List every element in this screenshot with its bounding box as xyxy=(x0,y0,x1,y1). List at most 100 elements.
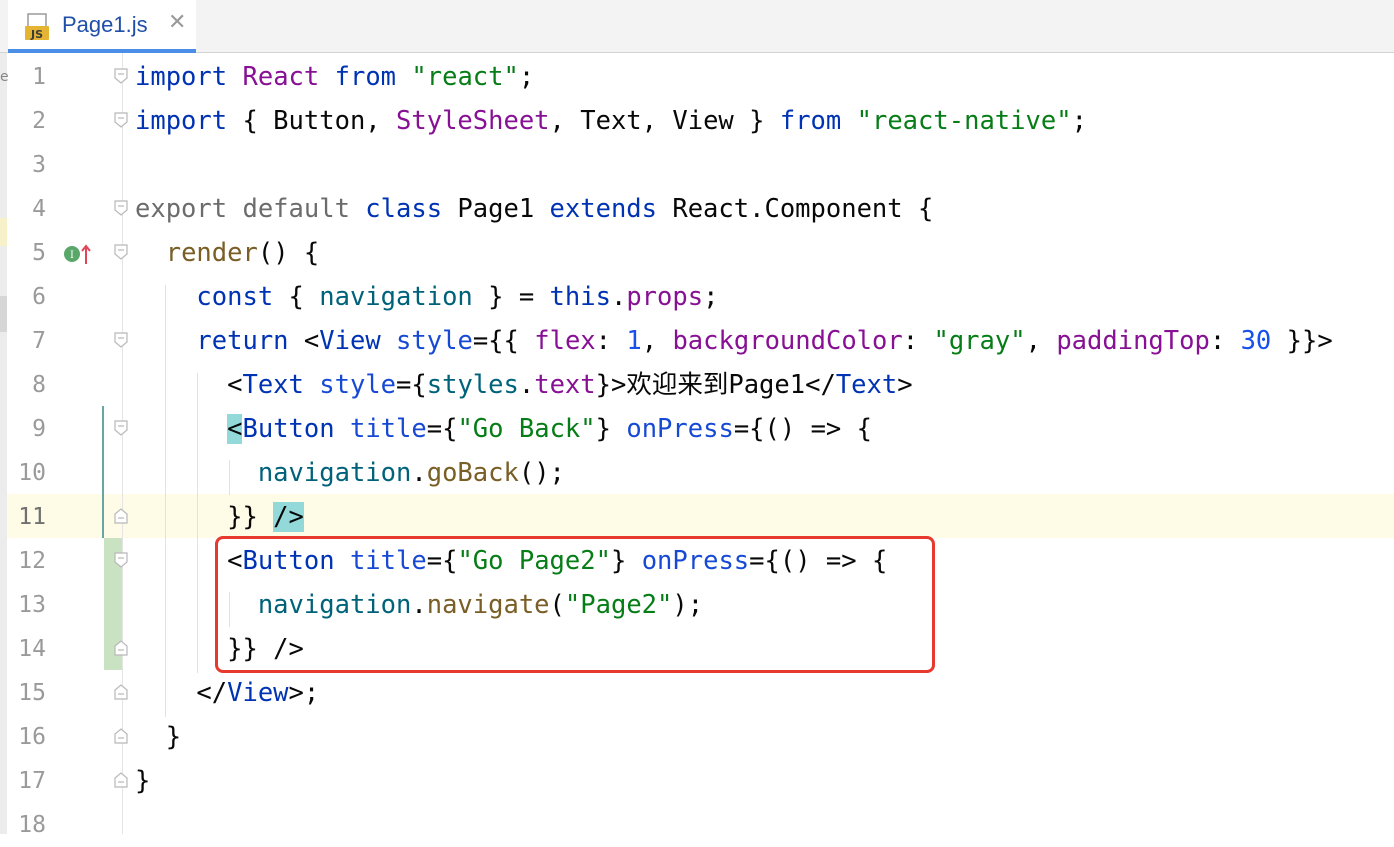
code-line[interactable]: 9 <Button title={"Go Back"} onPress={() … xyxy=(0,407,1394,451)
code-token: import xyxy=(135,62,228,92)
fold-open-icon[interactable] xyxy=(114,552,128,568)
code-text: <Button title={"Go Back"} onPress={() =>… xyxy=(135,407,872,451)
implements-method-icon[interactable]: I xyxy=(63,242,93,266)
code-text: export default class Page1 extends React… xyxy=(135,187,933,231)
code-token: onPress xyxy=(626,414,734,444)
code-token: navigation xyxy=(319,282,473,312)
code-token: paddingTop xyxy=(1056,326,1210,356)
fold-close-icon[interactable] xyxy=(114,640,128,656)
code-line[interactable]: 4 export default class Page1 extends Reac… xyxy=(0,187,1394,231)
code-token: {{ xyxy=(488,326,535,356)
code-token: = xyxy=(472,326,489,356)
code-line[interactable]: 8 <Text style={styles.text}>欢迎来到Page1</T… xyxy=(0,363,1394,407)
code-token: "react-native" xyxy=(856,106,1072,136)
close-icon[interactable]: ✕ xyxy=(168,10,186,35)
fold-open-icon[interactable] xyxy=(114,420,128,436)
line-number: 10 xyxy=(18,460,46,486)
code-token: /> xyxy=(273,502,304,532)
code-line[interactable]: 5 I render() { xyxy=(0,231,1394,275)
code-line[interactable]: 10 navigation.goBack(); xyxy=(0,451,1394,495)
code-token: "Go Back" xyxy=(457,414,596,444)
code-token: , xyxy=(641,326,673,356)
svg-text:I: I xyxy=(70,250,74,261)
code-text: }} /> xyxy=(135,495,304,539)
code-token: View xyxy=(319,326,381,356)
line-number: 12 xyxy=(18,548,46,574)
line-number: 18 xyxy=(18,812,46,838)
code-token: render xyxy=(165,238,258,268)
fold-close-icon[interactable] xyxy=(114,684,128,700)
line-number: 9 xyxy=(32,416,46,442)
js-file-icon-text: JS xyxy=(30,28,43,41)
code-token: < xyxy=(135,370,243,400)
fold-open-icon[interactable] xyxy=(114,332,128,348)
fold-close-icon[interactable] xyxy=(114,508,128,524)
code-token: backgroundColor xyxy=(672,326,903,356)
editor-tab-bar: JS Page1.js ✕ xyxy=(0,0,1394,53)
fold-open-icon[interactable] xyxy=(114,112,128,128)
code-text: return <View style={{ flex: 1, backgroun… xyxy=(135,319,1332,363)
line-number: 5 xyxy=(32,240,46,266)
code-token: ; xyxy=(703,282,719,312)
line-number: 2 xyxy=(32,108,46,134)
code-token: >; xyxy=(288,678,320,708)
code-line[interactable]: 2 import { Button, StyleSheet, Text, View… xyxy=(0,99,1394,143)
code-text: } xyxy=(135,759,150,803)
line-number: 13 xyxy=(18,592,46,618)
tab-page1-js[interactable]: JS Page1.js ✕ xyxy=(8,0,196,53)
code-line[interactable]: 17} xyxy=(0,759,1394,803)
code-line[interactable]: 18 xyxy=(0,803,1394,847)
code-token: }>欢迎来到Page1</ xyxy=(595,370,836,400)
code-line[interactable]: 16 } xyxy=(0,715,1394,759)
code-token: this xyxy=(549,282,611,312)
code-line[interactable]: 3 xyxy=(0,143,1394,187)
fold-open-icon[interactable] xyxy=(114,244,128,260)
code-token: Text xyxy=(835,370,898,400)
fold-open-icon[interactable] xyxy=(114,200,128,216)
code-token: StyleSheet xyxy=(396,106,550,136)
code-text: const { navigation } = this.props; xyxy=(135,275,718,319)
code-text: } xyxy=(135,715,181,759)
fold-open-icon[interactable] xyxy=(114,68,128,84)
fold-close-icon[interactable] xyxy=(114,772,128,788)
highlight-box xyxy=(215,536,935,673)
line-number: 16 xyxy=(18,724,46,750)
code-text: render() { xyxy=(135,231,320,275)
code-token: ; xyxy=(518,62,535,92)
code-token: flex xyxy=(534,326,596,356)
code-token: goBack xyxy=(426,458,519,488)
line-number: 1 xyxy=(32,64,46,90)
code-token: } xyxy=(135,766,151,796)
code-token: < xyxy=(288,326,320,356)
code-line[interactable]: 1 import React from "react"; xyxy=(0,55,1394,99)
code-token: props xyxy=(626,282,704,312)
code-line[interactable]: 15 </View>; xyxy=(0,671,1394,715)
code-line[interactable]: 11 }} /> xyxy=(0,495,1394,539)
code-token: title xyxy=(349,414,427,444)
code-token: () { xyxy=(257,238,320,268)
code-text: </View>; xyxy=(135,671,319,715)
fold-close-icon[interactable] xyxy=(114,728,128,744)
code-token: styles xyxy=(426,370,519,400)
code-token: ; xyxy=(1071,106,1087,136)
code-line[interactable]: 6 const { navigation } = this.props; xyxy=(0,275,1394,319)
code-token: React xyxy=(242,62,320,92)
code-line[interactable]: 7 return <View style={{ flex: 1, backgro… xyxy=(0,319,1394,363)
line-number: 15 xyxy=(18,680,46,706)
code-token: . xyxy=(610,282,627,312)
code-token: > xyxy=(897,370,913,400)
code-token: . xyxy=(518,370,535,400)
code-token: View xyxy=(227,678,289,708)
line-number: 8 xyxy=(32,372,46,398)
code-text: navigation.goBack(); xyxy=(135,451,565,495)
code-token: } = xyxy=(472,282,550,312)
code-text: import React from "react"; xyxy=(135,55,534,99)
